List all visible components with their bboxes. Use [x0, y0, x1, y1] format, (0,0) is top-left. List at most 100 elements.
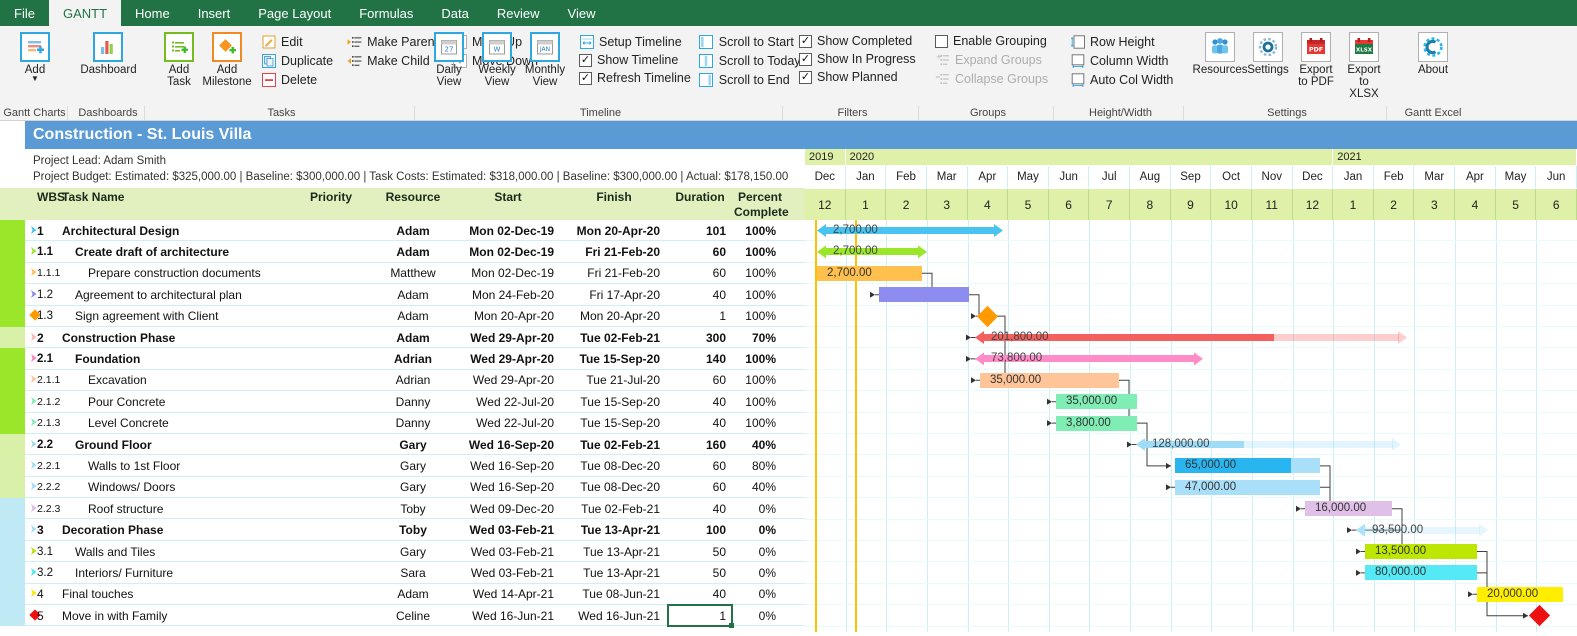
- cell-pct[interactable]: 100%: [734, 370, 786, 391]
- cell-st[interactable]: Wed 22-Jul-20: [456, 391, 560, 412]
- cell-fin[interactable]: Tue 02-Feb-21: [562, 434, 666, 455]
- cell-dur[interactable]: 60: [668, 370, 732, 391]
- cell-pct[interactable]: 100%: [734, 348, 786, 369]
- cell-tname[interactable]: Prepare construction documents: [62, 263, 292, 284]
- show-timeline-checkbox[interactable]: ✓ Show Timeline: [575, 52, 695, 68]
- show-completed-checkbox[interactable]: ✓ Show Completed: [795, 33, 920, 49]
- show-planned-checkbox[interactable]: ✓ Show Planned: [795, 69, 920, 85]
- cell-st[interactable]: Wed 16-Sep-20: [456, 455, 560, 476]
- cell-st[interactable]: Wed 03-Feb-21: [456, 541, 560, 562]
- cell-pct[interactable]: 100%: [734, 391, 786, 412]
- cell-fin[interactable]: Tue 15-Sep-20: [562, 413, 666, 434]
- cell-res[interactable]: Danny: [372, 391, 454, 412]
- gantt-summary-bar[interactable]: 2,700.00: [817, 224, 1003, 237]
- cell-st[interactable]: Wed 16-Sep-20: [456, 477, 560, 498]
- row-height-button[interactable]: Row Height: [1066, 33, 1177, 50]
- cell-dur[interactable]: 60: [668, 241, 732, 262]
- gantt-task-bar[interactable]: 35,000.00: [1056, 394, 1137, 410]
- cell-tname[interactable]: Level Concrete: [62, 413, 292, 434]
- export-xlsx-button[interactable]: XLSX Export to XLSX: [1340, 30, 1388, 102]
- gantt-task-bar[interactable]: 2,700.00: [817, 265, 922, 281]
- table-row[interactable]: 2Construction PhaseNORMALAdamWed 29-Apr-…: [0, 326, 805, 349]
- cell-tname[interactable]: Create draft of architecture: [62, 241, 292, 262]
- cell-st[interactable]: Wed 29-Apr-20: [456, 348, 560, 369]
- cell-pct[interactable]: 40%: [734, 434, 786, 455]
- column-width-button[interactable]: Column Width: [1066, 52, 1177, 69]
- table-row[interactable]: 2.1.3Level ConcreteNORMALDannyWed 22-Jul…: [0, 412, 805, 434]
- cell-pct[interactable]: 0%: [734, 605, 786, 626]
- table-row[interactable]: 2.2Ground FloorNORMALGaryWed 16-Sep-20Tu…: [0, 433, 805, 456]
- cell-st[interactable]: Mon 20-Apr-20: [456, 306, 560, 327]
- cell-pct[interactable]: 0%: [734, 498, 786, 519]
- edit-button[interactable]: Edit: [257, 33, 337, 50]
- cell-tname[interactable]: Walls and Tiles: [62, 541, 292, 562]
- cell-fin[interactable]: Tue 08-Dec-20: [562, 477, 666, 498]
- resources-button[interactable]: Resources: [1193, 30, 1247, 78]
- cell-tname[interactable]: Excavation: [62, 370, 292, 391]
- cell-dur[interactable]: 50: [668, 562, 732, 583]
- cell-pct[interactable]: 0%: [734, 541, 786, 562]
- cell-pct[interactable]: 0%: [734, 584, 786, 605]
- cell-res[interactable]: Adrian: [372, 370, 454, 391]
- gantt-summary-bar[interactable]: 2,700.00: [817, 245, 927, 259]
- column-header-fin[interactable]: Finish: [562, 190, 666, 204]
- settings-button[interactable]: Settings: [1244, 30, 1292, 78]
- cell-fin[interactable]: Tue 15-Sep-20: [562, 391, 666, 412]
- ribbon-tab-review[interactable]: Review: [483, 0, 554, 26]
- table-row[interactable]: 2.1FoundationNORMALAdrianWed 29-Apr-20Tu…: [0, 348, 805, 370]
- cell-pct[interactable]: 100%: [734, 241, 786, 262]
- cell-dur[interactable]: 40: [668, 584, 732, 605]
- cell-st[interactable]: Wed 03-Feb-21: [456, 519, 560, 540]
- gantt-task-bar[interactable]: 47,000.00: [1175, 479, 1320, 495]
- cell-dur[interactable]: 1: [668, 306, 732, 327]
- cell-st[interactable]: Wed 22-Jul-20: [456, 413, 560, 434]
- cell-tname[interactable]: Agreement to architectural plan: [62, 284, 292, 305]
- cell-st[interactable]: Wed 29-Apr-20: [456, 370, 560, 391]
- cell-st[interactable]: Wed 16-Jun-21: [456, 605, 560, 626]
- cell-tname[interactable]: Move in with Family: [62, 605, 292, 626]
- gantt-chart-area[interactable]: 2,700.00 2,700.00 2,700.00 201,800.00 73,800…: [805, 220, 1577, 632]
- gantt-task-bar[interactable]: 35,000.00: [980, 372, 1119, 388]
- cell-pct[interactable]: 70%: [734, 327, 786, 348]
- dashboard-button[interactable]: Dashboard: [74, 30, 142, 78]
- cell-fin[interactable]: Wed 16-Jun-21: [562, 605, 666, 626]
- ribbon-tab-data[interactable]: Data: [427, 0, 482, 26]
- cell-fin[interactable]: Fri 17-Apr-20: [562, 284, 666, 305]
- add-task-button[interactable]: Add Task: [155, 30, 203, 90]
- about-button[interactable]: About: [1409, 30, 1457, 78]
- gantt-task-bar[interactable]: 3,800.00: [1056, 415, 1137, 431]
- cell-pct[interactable]: 0%: [734, 562, 786, 583]
- cell-pct[interactable]: 80%: [734, 455, 786, 476]
- cell-res[interactable]: Danny: [372, 413, 454, 434]
- gantt-summary-bar[interactable]: 128,000.00: [1136, 438, 1401, 451]
- auto-col-width-button[interactable]: Auto Col Width: [1066, 71, 1177, 88]
- cell-dur[interactable]: 60: [668, 263, 732, 284]
- column-header-pct[interactable]: Percent: [734, 190, 786, 204]
- ribbon-tab-home[interactable]: Home: [121, 0, 184, 26]
- table-row[interactable]: 4Final touchesNORMALAdamWed 14-Apr-21Tue…: [0, 583, 805, 606]
- daily-view-button[interactable]: 27 Daily View: [425, 30, 473, 90]
- cell-res[interactable]: Adrian: [372, 348, 454, 369]
- cell-tname[interactable]: Architectural Design: [62, 220, 292, 241]
- ribbon-tab-formulas[interactable]: Formulas: [345, 0, 427, 26]
- cell-res[interactable]: Adam: [372, 241, 454, 262]
- cell-st[interactable]: Mon 24-Feb-20: [456, 284, 560, 305]
- cell-fin[interactable]: Tue 15-Sep-20: [562, 348, 666, 369]
- show-in-progress-checkbox[interactable]: ✓ Show In Progress: [795, 51, 920, 67]
- cell-dur[interactable]: 60: [668, 477, 732, 498]
- gantt-summary-bar[interactable]: 93,500.00: [1356, 523, 1488, 537]
- gantt-task-bar[interactable]: 65,000.00: [1175, 458, 1320, 474]
- ribbon-tab-page-layout[interactable]: Page Layout: [244, 0, 345, 26]
- table-row[interactable]: 2.1.2Pour ConcreteNORMALDannyWed 22-Jul-…: [0, 391, 805, 413]
- cell-pct[interactable]: 100%: [734, 263, 786, 284]
- cell-fin[interactable]: Tue 13-Apr-21: [562, 541, 666, 562]
- gantt-summary-bar[interactable]: 73,800.00: [975, 352, 1203, 366]
- cell-res[interactable]: Gary: [372, 541, 454, 562]
- cell-tname[interactable]: Interiors/ Furniture: [62, 562, 292, 583]
- ribbon-tab-file[interactable]: File: [0, 0, 49, 26]
- table-row[interactable]: 5Move in with FamilyNORMALCelineWed 16-J…: [0, 605, 805, 627]
- cell-dur[interactable]: 40: [668, 498, 732, 519]
- cell-fin[interactable]: Tue 02-Feb-21: [562, 498, 666, 519]
- column-header-st[interactable]: Start: [456, 190, 560, 204]
- cell-res[interactable]: Adam: [372, 584, 454, 605]
